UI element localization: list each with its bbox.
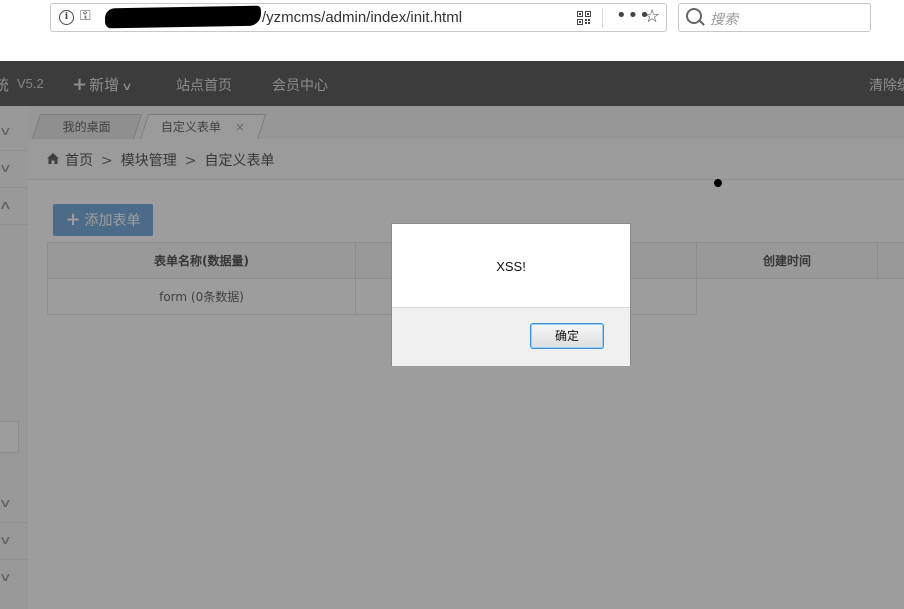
browser-toolbar: i ⚿ /yzmcms/admin/index/init.html ••• ☆ … [0, 0, 904, 61]
info-icon[interactable]: i [59, 10, 74, 25]
search-placeholder: 搜索 [710, 12, 738, 28]
bookmark-star-icon[interactable]: ☆ [644, 6, 660, 27]
qr-code-icon[interactable] [577, 11, 591, 25]
url-text[interactable]: /yzmcms/admin/index/init.html [262, 9, 462, 26]
alert-dialog: XSS! 确定 [391, 223, 631, 366]
search-icon [686, 8, 702, 24]
browser-search-input[interactable]: 搜索 [678, 3, 871, 32]
ok-button[interactable]: 确定 [530, 323, 604, 349]
key-icon[interactable]: ⚿ [80, 8, 91, 24]
address-bar-divider [602, 8, 603, 28]
alert-footer: 确定 [392, 307, 630, 366]
cursor-dot [714, 179, 722, 187]
redacted-url-host [104, 5, 262, 29]
address-bar[interactable]: i ⚿ /yzmcms/admin/index/init.html ••• ☆ [50, 3, 667, 32]
alert-message: XSS! [496, 259, 526, 274]
